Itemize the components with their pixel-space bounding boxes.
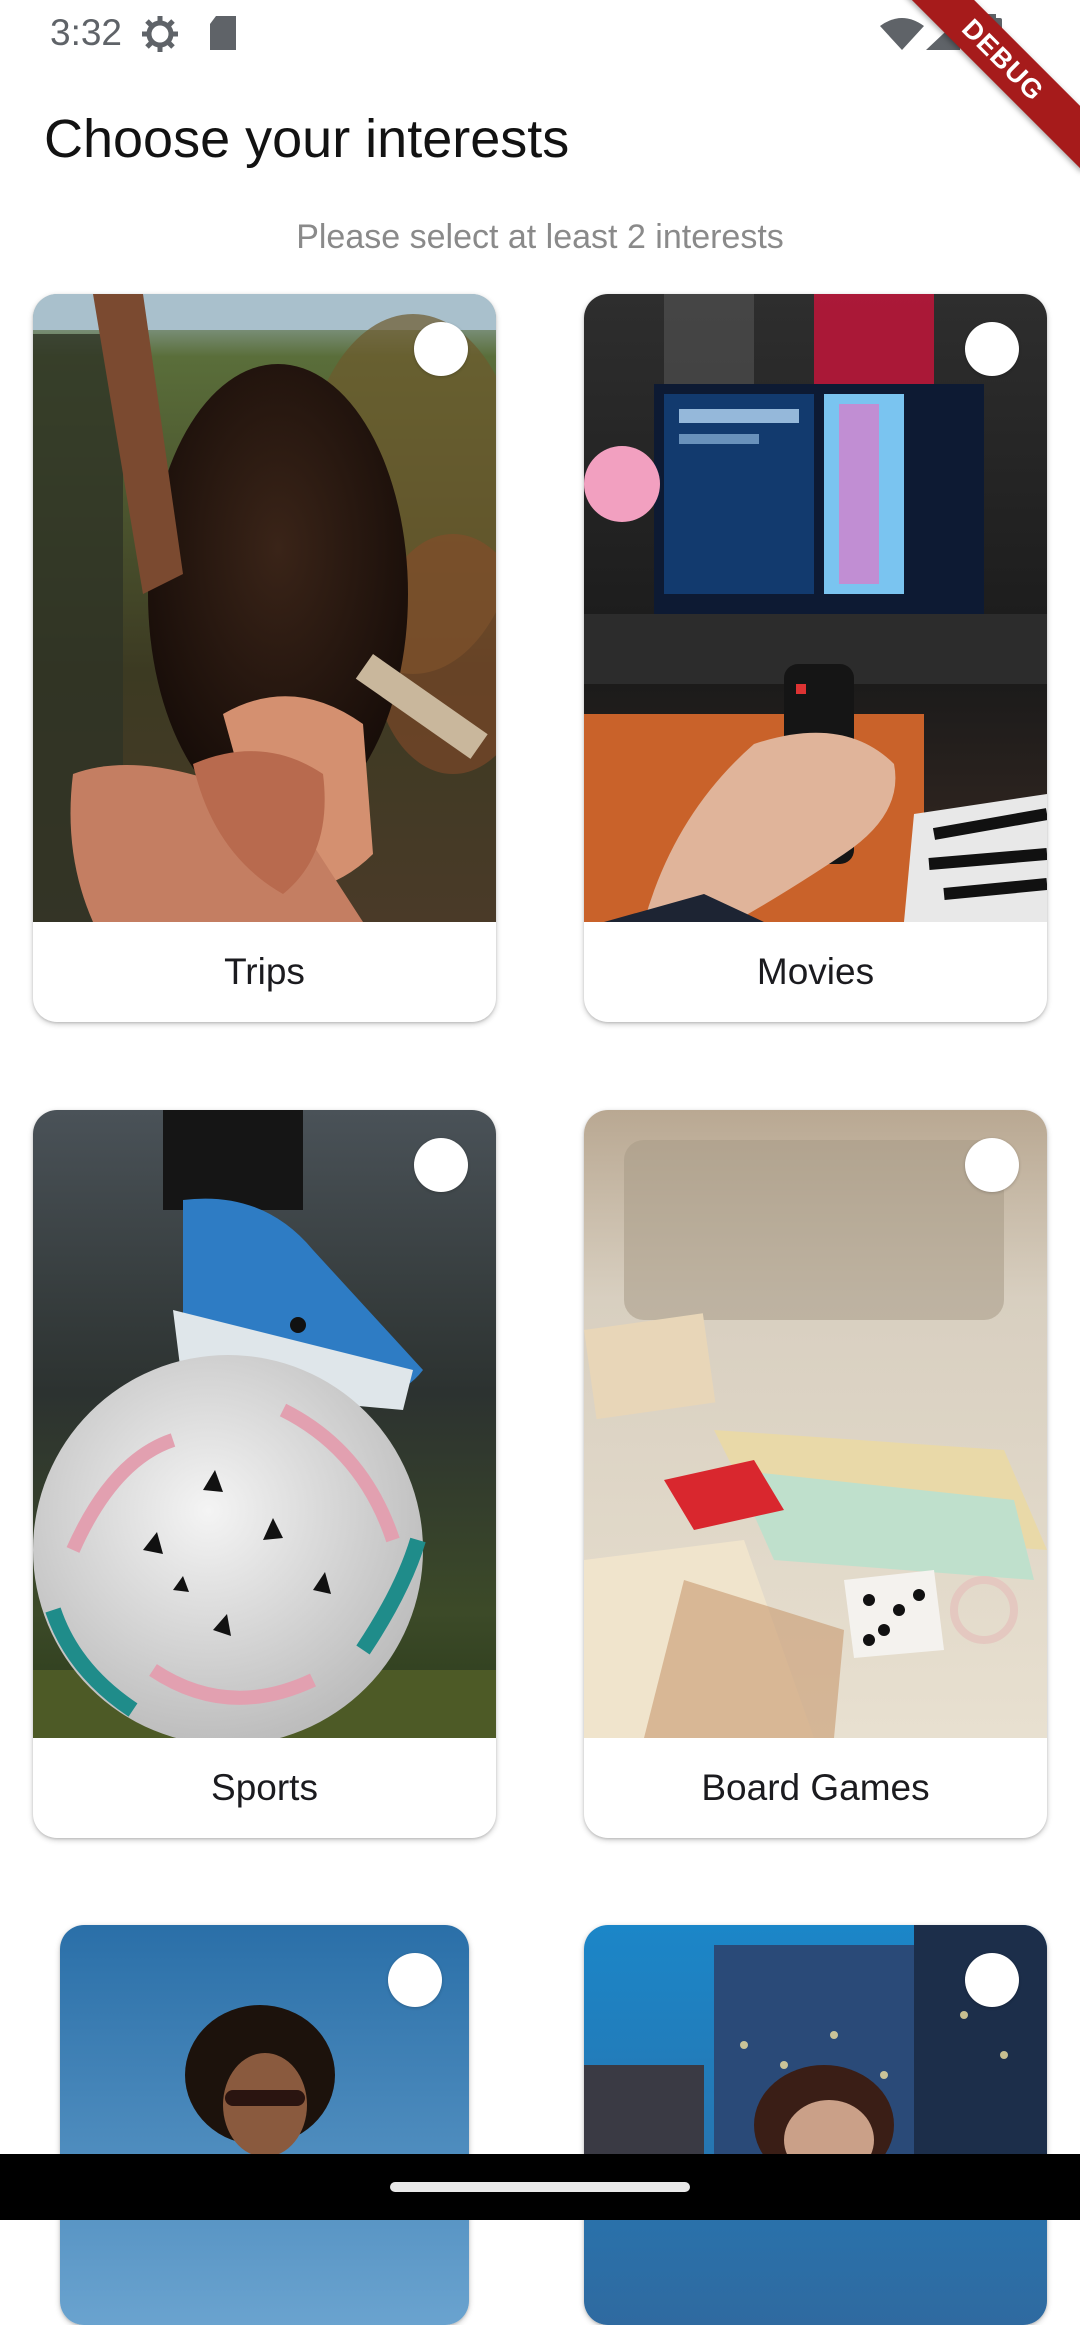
movies-label: Movies [756, 951, 875, 992]
home-handle[interactable] [390, 2182, 690, 2192]
board-games-label: Board Games [701, 1767, 930, 1808]
sports-label: Sports [211, 1767, 318, 1808]
board-games-photo [584, 1110, 1047, 1738]
trips-select-toggle[interactable] [414, 322, 468, 376]
subtitle: Please select at least 2 interests [296, 218, 784, 256]
interest-card-trips[interactable]: Trips [33, 294, 496, 1022]
status-time: 3:32 [50, 12, 123, 53]
interest-card-movies[interactable]: Movies [584, 294, 1047, 1022]
status-bar: 3:32 DEBUG [0, 0, 1080, 172]
interest-card-sports[interactable]: Sports [33, 1110, 496, 1838]
interest-5-select-toggle[interactable] [388, 1953, 442, 2007]
sports-select-toggle[interactable] [414, 1138, 468, 1192]
settings-icon [140, 14, 180, 59]
trips-photo [33, 294, 496, 922]
sd-card-icon [208, 16, 238, 55]
movies-select-toggle[interactable] [965, 322, 1019, 376]
trips-label: Trips [224, 951, 305, 992]
page-title: Choose your interests [44, 109, 570, 169]
movies-photo [584, 294, 1047, 922]
interest-card-6[interactable] [584, 1925, 1047, 2325]
wifi-icon [880, 18, 924, 55]
interest-card-board-games[interactable]: Board Games [584, 1110, 1047, 1838]
sports-photo [33, 1110, 496, 1738]
board-games-select-toggle[interactable] [965, 1138, 1019, 1192]
navigation-bar [0, 2154, 1080, 2220]
interest-6-select-toggle[interactable] [965, 1953, 1019, 2007]
interest-card-5[interactable] [60, 1925, 469, 2325]
